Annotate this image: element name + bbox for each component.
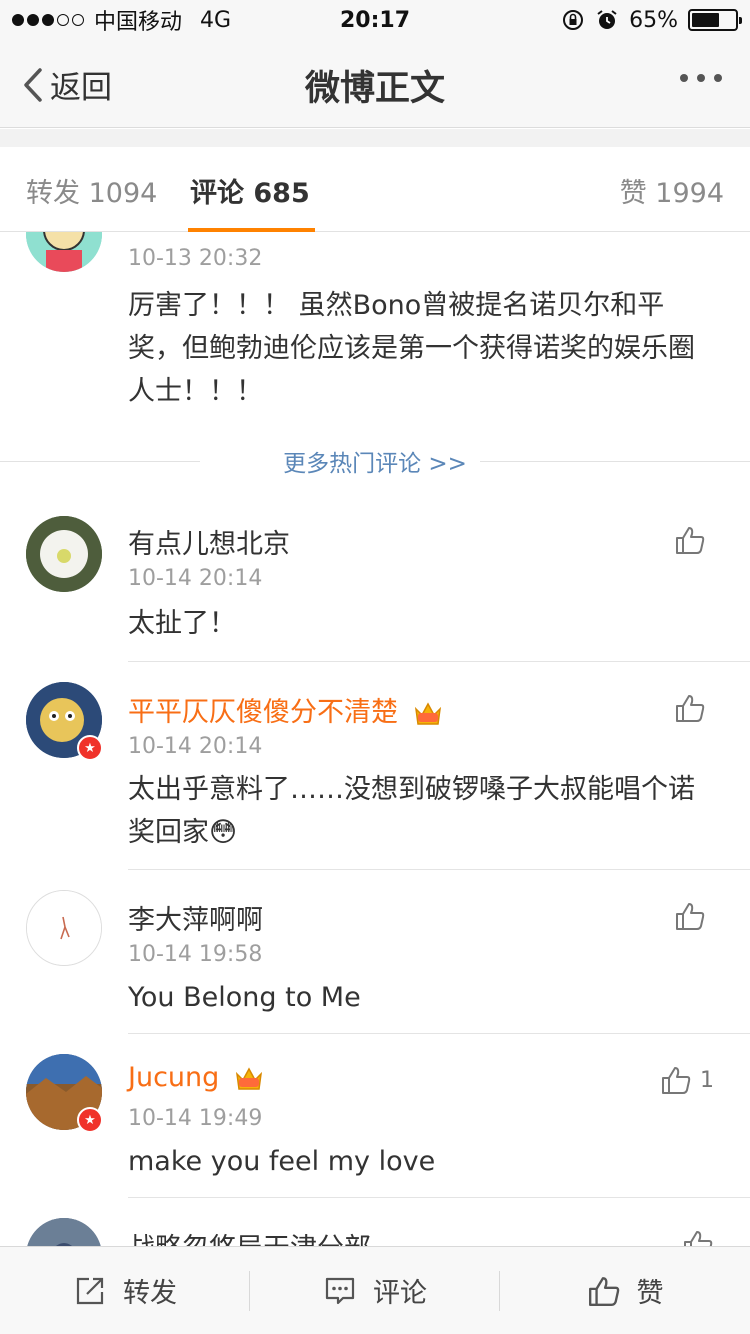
separator-band — [0, 129, 750, 147]
comment-label: 评论 — [373, 1278, 427, 1309]
like-button[interactable] — [674, 524, 714, 556]
tab-repost[interactable]: 转发 1094 — [26, 171, 157, 210]
comment-time: 10-14 19:49 — [128, 1106, 263, 1131]
thumbs-up-icon — [676, 527, 705, 554]
like-label: 赞 — [636, 1278, 664, 1309]
comment-author-label: Jucung — [128, 1062, 220, 1093]
battery-percent: 65% — [629, 7, 678, 33]
back-label: 返回 — [50, 70, 112, 106]
carrier-label: 中国移动 — [94, 10, 183, 35]
avatar-image — [26, 232, 102, 272]
comment-item: 有点儿想北京 10-14 20:14 太扯了！ — [0, 514, 750, 662]
alarm-icon — [597, 10, 617, 29]
thumbs-up-icon — [588, 1276, 619, 1306]
thumbs-up-icon — [684, 1231, 713, 1246]
comment-time: 10-14 20:14 — [128, 566, 263, 591]
tab-like[interactable]: 赞 1994 — [620, 171, 724, 210]
avatar[interactable] — [26, 516, 102, 592]
share-icon — [76, 1277, 104, 1304]
like-button[interactable] — [674, 692, 714, 724]
hot-comment-item: 10-13 20:32 厉害了！！！ 虽然Bono曾被提名诺贝尔和平奖，但鲍勃迪… — [0, 232, 750, 444]
back-button[interactable]: 返回 — [22, 62, 112, 107]
repost-label: 转发 — [123, 1278, 177, 1309]
comment-time: 10-14 20:14 — [128, 734, 263, 759]
ellipsis-icon — [680, 74, 688, 82]
like-count: 1 — [700, 1067, 714, 1093]
avatar-image — [26, 1218, 102, 1246]
comment-icon — [325, 1277, 355, 1304]
status-bar: 中国移动 4G 20:17 65% — [0, 0, 750, 40]
avatar[interactable] — [26, 1218, 102, 1246]
comment-author[interactable]: 平平仄仄傻傻分不清楚 — [128, 690, 443, 729]
comment-item: ★ 平平仄仄傻傻分不清楚 10-14 20:14 太出乎意料了……没想到破锣嗓子… — [0, 662, 750, 870]
verified-badge: ★ — [77, 1107, 103, 1133]
navigation-bar: 返回 微博正文 — [0, 40, 750, 128]
more-hot-comments-link[interactable]: 更多热门评论 >> — [0, 444, 750, 484]
bottom-toolbar: 转发 评论 赞 — [0, 1246, 750, 1334]
comment-item: 李大萍啊啊 10-14 19:58 You Belong to Me — [0, 870, 750, 1034]
avatar-image — [26, 516, 102, 592]
thumbs-up-icon — [662, 1067, 691, 1094]
comment-author[interactable]: 李大萍啊啊 — [128, 898, 263, 937]
comment-item: ★ Jucung 10-14 19:49 make you feel my lo… — [0, 1034, 750, 1198]
like-button[interactable] — [682, 1228, 714, 1246]
thumbs-up-icon — [676, 903, 705, 930]
tab-bar: 转发 1094 评论 685 赞 1994 — [0, 147, 750, 232]
avatar[interactable] — [26, 890, 102, 966]
comment-text: 太扯了！ — [128, 608, 236, 639]
like-post-button[interactable]: 赞 — [500, 1247, 750, 1334]
network-label: 4G — [200, 7, 232, 33]
like-button[interactable] — [674, 900, 714, 932]
tab-comment[interactable]: 评论 685 — [190, 171, 310, 210]
page-title: 微博正文 — [304, 69, 445, 109]
comment-time: 10-13 20:32 — [128, 246, 263, 271]
comment-text: 太出乎意料了……没想到破锣嗓子大叔能唱个诺奖回家😳 — [128, 774, 695, 848]
comment-list[interactable]: 10-13 20:32 厉害了！！！ 虽然Bono曾被提名诺贝尔和平奖，但鲍勃迪… — [0, 232, 750, 1246]
signal-strength-icon — [12, 14, 84, 26]
comment-text: make you feel my love — [128, 1146, 436, 1177]
comment-time: 10-14 19:58 — [128, 942, 263, 967]
status-right: 65% — [561, 7, 742, 33]
verified-badge: ★ — [77, 735, 103, 761]
thumbs-up-icon — [676, 695, 705, 722]
avatar-image — [27, 891, 101, 965]
like-button[interactable]: 1 — [660, 1064, 714, 1096]
comment-button[interactable]: 评论 — [250, 1247, 500, 1334]
comment-author[interactable]: Jucung — [128, 1062, 264, 1093]
comment-item: 战略忽悠局天津分部 — [0, 1198, 750, 1246]
rotation-lock-icon — [563, 10, 584, 30]
battery-fill — [692, 13, 720, 27]
status-left: 中国移动 4G — [12, 4, 231, 36]
comment-author[interactable]: 有点儿想北京 — [128, 522, 290, 561]
vip-crown-icon — [414, 701, 441, 725]
chevron-left-icon — [24, 67, 42, 102]
vip-crown-icon — [235, 1066, 262, 1090]
avatar[interactable] — [26, 232, 102, 272]
more-options-button[interactable] — [680, 74, 722, 82]
comment-text: You Belong to Me — [128, 982, 361, 1013]
battery-icon — [688, 9, 742, 31]
comment-author-label: 平平仄仄傻傻分不清楚 — [128, 697, 398, 728]
comment-text: 厉害了！！！ 虽然Bono曾被提名诺贝尔和平奖，但鲍勃迪伦应该是第一个获得诺奖的… — [128, 290, 695, 407]
comment-author[interactable]: 战略忽悠局天津分部 — [128, 1226, 371, 1246]
repost-button[interactable]: 转发 — [0, 1247, 250, 1334]
